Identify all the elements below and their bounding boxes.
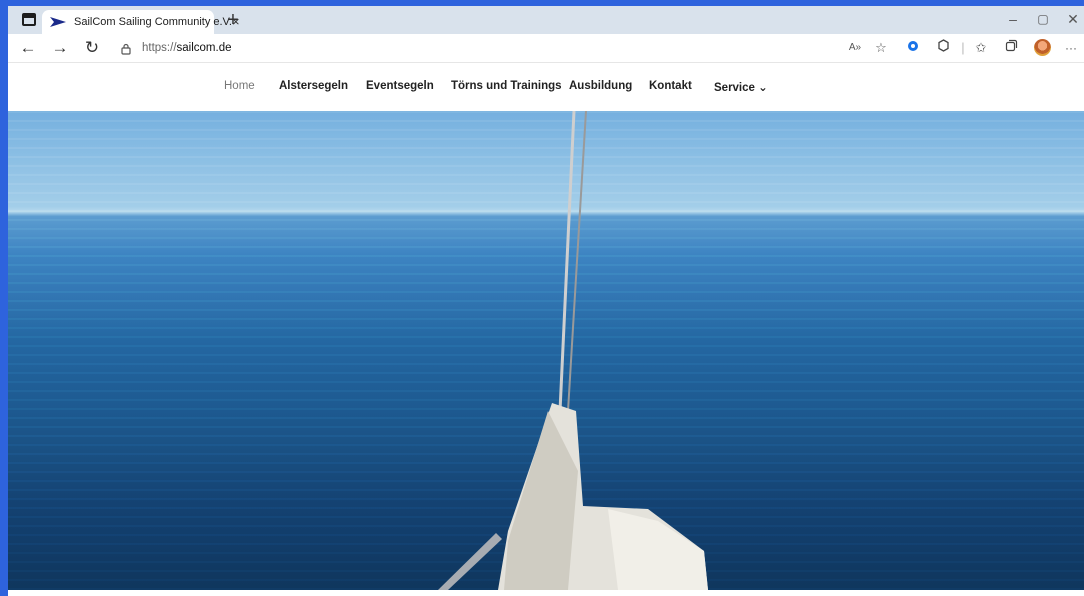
hero-image bbox=[8, 111, 1084, 590]
browser-window: SailCom Sailing Community e.V. × + – ▢ ✕… bbox=[8, 6, 1084, 596]
profile-avatar[interactable] bbox=[1034, 39, 1051, 56]
tab-strip: SailCom Sailing Community e.V. × + – ▢ ✕ bbox=[8, 6, 1084, 34]
nav-ausbildung[interactable]: Ausbildung bbox=[569, 80, 632, 92]
toolbar-divider: | bbox=[961, 40, 965, 55]
read-aloud-icon[interactable]: A» bbox=[846, 39, 864, 57]
close-window-button[interactable]: ✕ bbox=[1058, 8, 1084, 30]
address-bar[interactable]: https://sailcom.de bbox=[108, 37, 846, 58]
maximize-button[interactable]: ▢ bbox=[1028, 8, 1058, 30]
page-bottom-strip bbox=[8, 590, 1084, 596]
collections-icon[interactable] bbox=[1002, 39, 1020, 57]
refresh-button[interactable]: ↻ bbox=[80, 36, 104, 60]
address-toolbar: ← → ↻ https://sailcom.de A» ☆ | ✩ ··· bbox=[8, 34, 1084, 63]
nav-eventsegeln[interactable]: Eventsegeln bbox=[366, 80, 434, 92]
nav-alstersegeln[interactable]: Alstersegeln bbox=[279, 80, 348, 92]
browser-tab[interactable]: SailCom Sailing Community e.V. × bbox=[42, 10, 240, 34]
nav-home[interactable]: Home bbox=[224, 80, 255, 92]
nav-service-dropdown[interactable]: Service ⌄ bbox=[714, 80, 768, 94]
site-navigation: Home Alstersegeln Eventsegeln Törns und … bbox=[8, 63, 1084, 111]
extension-icon[interactable] bbox=[904, 39, 922, 57]
favorite-add-icon[interactable]: ☆ bbox=[872, 39, 890, 57]
nav-kontakt[interactable]: Kontakt bbox=[649, 80, 692, 92]
sailcom-favicon-icon bbox=[50, 16, 66, 28]
lock-icon bbox=[120, 42, 132, 55]
favorites-icon[interactable]: ✩ bbox=[972, 39, 990, 57]
sailboat-bow-illustration bbox=[438, 111, 708, 590]
copilot-icon[interactable] bbox=[934, 39, 952, 57]
nav-toerns-und-trainings[interactable]: Törns und Trainings bbox=[451, 80, 562, 92]
minimize-button[interactable]: – bbox=[998, 8, 1028, 30]
forward-button[interactable]: → bbox=[48, 36, 72, 60]
tab-actions-icon[interactable] bbox=[22, 13, 36, 26]
tab-title: SailCom Sailing Community e.V. bbox=[74, 16, 232, 28]
back-button[interactable]: ← bbox=[16, 36, 40, 60]
url-text: https://sailcom.de bbox=[142, 41, 232, 54]
new-tab-button[interactable]: + bbox=[222, 10, 244, 32]
more-icon[interactable]: ··· bbox=[1062, 39, 1080, 57]
